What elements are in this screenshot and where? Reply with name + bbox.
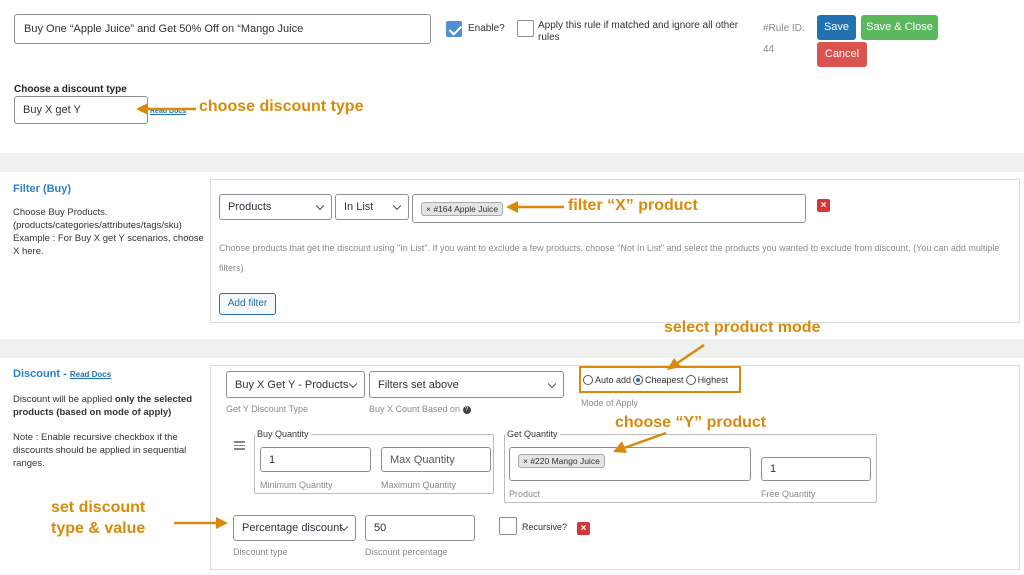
annotation-choose-discount-type: choose discount type	[199, 98, 364, 115]
question-circle-icon[interactable]: ?	[462, 405, 471, 414]
cancel-button[interactable]: Cancel	[817, 42, 867, 67]
get-quantity-legend: Get Quantity	[507, 429, 558, 439]
product-chip-apple-juice[interactable]: × #164 Apple Juice	[421, 201, 504, 216]
min-quantity-input[interactable]: 1	[260, 447, 371, 472]
section-divider	[0, 153, 1024, 172]
annotation-select-mode: select product mode	[664, 319, 821, 336]
discount-note: Note : Enable recursive checkbox if the …	[13, 432, 187, 469]
product-chip-mango-juice[interactable]: × #220 Mango Juice	[518, 454, 605, 468]
max-quantity-label: Maximum Quantity	[381, 480, 457, 490]
arrow-icon	[174, 517, 228, 529]
count-based-select[interactable]: Filters set above	[369, 371, 564, 398]
count-based-selected: Filters set above	[378, 378, 459, 391]
product-label: Product	[509, 489, 541, 499]
save-close-button[interactable]: Save & Close	[861, 15, 938, 40]
arrow-icon	[136, 103, 196, 115]
discount-read-docs-link[interactable]: Read Docs	[70, 370, 111, 379]
add-filter-button[interactable]: Add filter	[219, 293, 276, 315]
discount-type-label: Choose a discount type	[14, 84, 127, 95]
radio-cheapest[interactable]	[633, 375, 644, 385]
filter-method-selected: In List	[344, 201, 374, 213]
annotation-set-discount-line1: set discount	[51, 499, 146, 516]
filter-type-select[interactable]: Products	[219, 194, 332, 220]
radio-auto-add[interactable]	[583, 375, 593, 385]
annotation-filter-x: filter “X” product	[568, 197, 698, 214]
filter-section-title: Filter (Buy)	[13, 183, 72, 195]
mode-of-apply-label: Mode of Apply	[581, 398, 639, 408]
arrow-icon	[613, 431, 667, 453]
discount-method-selected: Percentage discount	[242, 522, 343, 534]
save-button[interactable]: Save	[817, 15, 856, 40]
rule-id-label: #Rule ID:	[763, 23, 805, 34]
section-divider	[0, 339, 1024, 358]
mode-of-apply-radios: Auto add Cheapest Highest	[583, 375, 728, 385]
recursive-checkbox[interactable]	[499, 517, 517, 535]
filter-help-text: Choose products that get the discount us…	[219, 243, 1000, 273]
apply-rule-label: Apply this rule if matched and ignore al…	[538, 20, 739, 43]
mode-cheapest-label: Cheapest	[645, 375, 684, 385]
mode-auto-add-label: Auto add	[595, 375, 632, 385]
apply-rule-checkbox[interactable]	[517, 20, 534, 37]
rule-id-value: 44	[763, 44, 775, 55]
min-quantity-label: Minimum Quantity	[260, 480, 333, 490]
discount-type-selected: Buy X get Y	[23, 104, 81, 116]
radio-highest[interactable]	[685, 375, 696, 385]
arrow-icon	[667, 343, 705, 370]
mode-highest-label: Highest	[697, 375, 729, 385]
free-quantity-label: Free Quantity	[761, 489, 816, 499]
recursive-label: Recursive?	[522, 522, 568, 532]
get-y-type-selected: Buy X Get Y - Products	[235, 378, 349, 391]
annotation-set-discount: set discount type & value	[51, 497, 145, 539]
discount-method-label: Discount type	[233, 547, 288, 557]
rule-title-input[interactable]: Buy One “Apple Juice” and Get 50% Off on…	[14, 14, 431, 44]
buy-quantity-legend: Buy Quantity	[257, 429, 309, 439]
arrow-icon	[506, 201, 564, 213]
count-based-label-text: Buy X Count Based on	[369, 404, 461, 414]
discount-type-select[interactable]: Buy X get Y	[14, 96, 148, 124]
remove-discount-button[interactable]: ×	[577, 522, 590, 535]
get-y-type-label: Get Y Discount Type	[226, 404, 309, 414]
discount-value-label: Discount percentage	[365, 547, 448, 557]
count-based-label: Buy X Count Based on ?	[369, 404, 471, 414]
drag-handle-icon[interactable]	[234, 441, 245, 450]
enable-checkbox[interactable]	[446, 21, 462, 37]
filter-type-selected: Products	[228, 201, 272, 213]
discount-description: Discount will be applied only the select…	[13, 393, 205, 419]
discount-method-select[interactable]: Percentage discount	[233, 515, 356, 541]
filter-method-select[interactable]: In List	[335, 194, 409, 220]
filter-description: Choose Buy Products. (products/categorie…	[13, 207, 204, 257]
discount-value-input[interactable]: 50	[365, 515, 475, 541]
discount-section-heading: Discount - Read Docs	[13, 368, 111, 380]
max-quantity-input[interactable]: Max Quantity	[381, 447, 491, 472]
enable-label: Enable?	[468, 23, 505, 34]
free-quantity-input[interactable]: 1	[761, 457, 871, 481]
annotation-set-discount-line2: type & value	[51, 520, 146, 537]
discount-section-title: Discount -	[13, 368, 67, 380]
remove-filter-button[interactable]: ×	[817, 199, 830, 212]
get-y-type-select[interactable]: Buy X Get Y - Products	[226, 371, 365, 398]
discount-desc-prefix: Discount will be applied	[13, 394, 115, 405]
